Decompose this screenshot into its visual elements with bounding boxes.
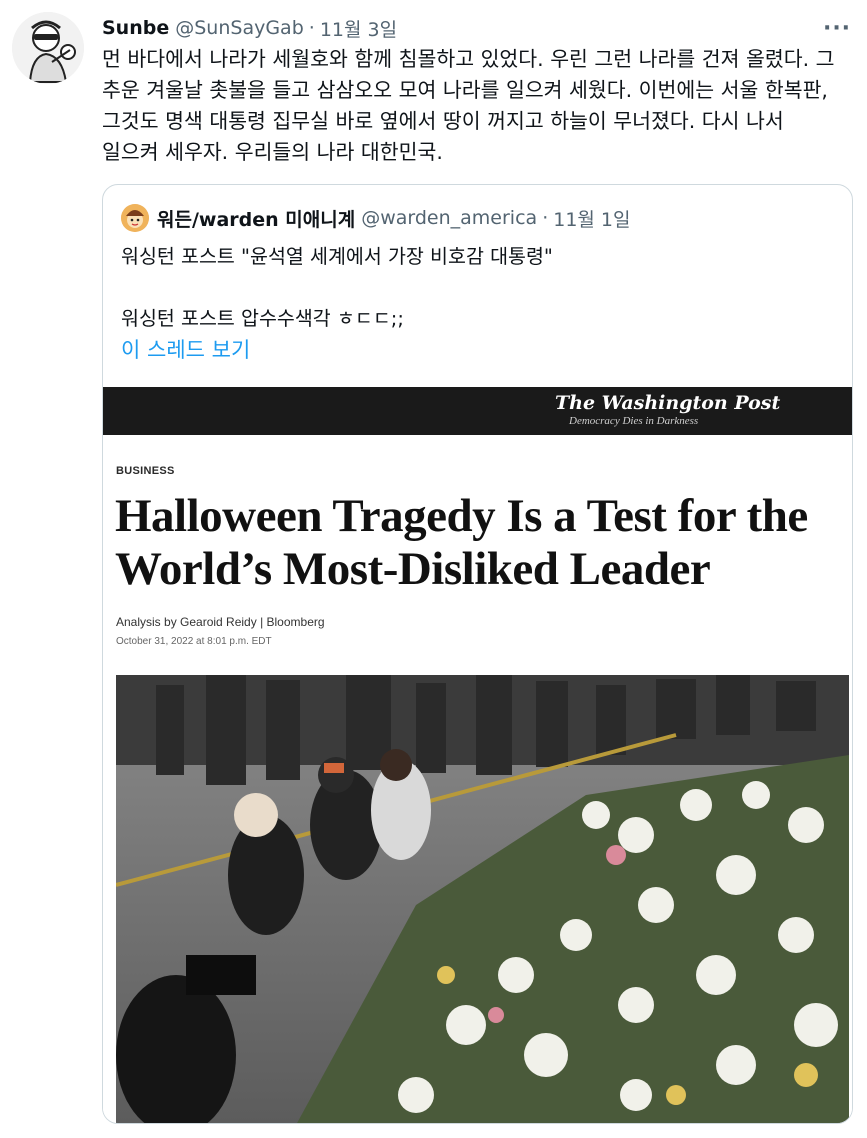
quoted-author-handle: @warden_america — [361, 207, 538, 229]
quoted-author-avatar[interactable] — [121, 204, 149, 232]
wapo-logo: The Washington Post — [555, 392, 781, 414]
show-thread-link[interactable]: 이 스레드 보기 — [121, 335, 821, 366]
more-horizontal-icon[interactable]: ··· — [823, 14, 851, 42]
author-handle[interactable]: @SunSayGab — [175, 17, 304, 39]
quoted-separator-dot: · — [542, 207, 549, 229]
quoted-text-line-3: 워싱턴 포스트 압수수색각 ㅎㄷㄷ;; — [121, 307, 404, 330]
quoted-author-name: 워든/warden 미애니계 — [157, 208, 356, 231]
article-byline: Analysis by Gearoid Reidy | Bloomberg — [116, 615, 325, 629]
quoted-tweet-header: 워든/warden 미애니계 @warden_america · 11월 1일 — [121, 203, 631, 233]
quoted-tweet[interactable]: 워든/warden 미애니계 @warden_america · 11월 1일 … — [102, 184, 853, 1124]
separator-dot: · — [308, 17, 315, 39]
memorial-photo — [116, 675, 849, 1123]
tweet[interactable]: Sunbe @SunSayGab · 11월 3일 ··· 먼 바다에서 나라가… — [0, 0, 867, 1138]
article-screenshot: The Washington Post Democracy Dies in Da… — [103, 387, 852, 1123]
author-avatar[interactable] — [12, 12, 84, 84]
tweet-header: Sunbe @SunSayGab · 11월 3일 — [102, 14, 397, 42]
wapo-tagline: Democracy Dies in Darkness — [569, 415, 699, 427]
tweet-timestamp[interactable]: 11월 3일 — [320, 15, 397, 42]
quoted-timestamp: 11월 1일 — [553, 208, 631, 231]
quoted-tweet-text: 워싱턴 포스트 "윤석열 세계에서 가장 비호감 대통령" 워싱턴 포스트 압수… — [121, 241, 821, 366]
quoted-text-line-1: 워싱턴 포스트 "윤석열 세계에서 가장 비호감 대통령" — [121, 245, 553, 268]
tweet-text: 먼 바다에서 나라가 세월호와 함께 침몰하고 있었다. 우린 그런 나라를 건… — [102, 47, 835, 164]
wapo-header-bar: The Washington Post Democracy Dies in Da… — [103, 387, 852, 435]
article-headline: Halloween Tragedy Is a Test for the Worl… — [115, 490, 808, 595]
article-section: BUSINESS — [116, 465, 175, 477]
quoted-text-line-2 — [121, 272, 821, 303]
author-name[interactable]: Sunbe — [102, 17, 169, 39]
article-date: October 31, 2022 at 8:01 p.m. EDT — [116, 636, 272, 647]
